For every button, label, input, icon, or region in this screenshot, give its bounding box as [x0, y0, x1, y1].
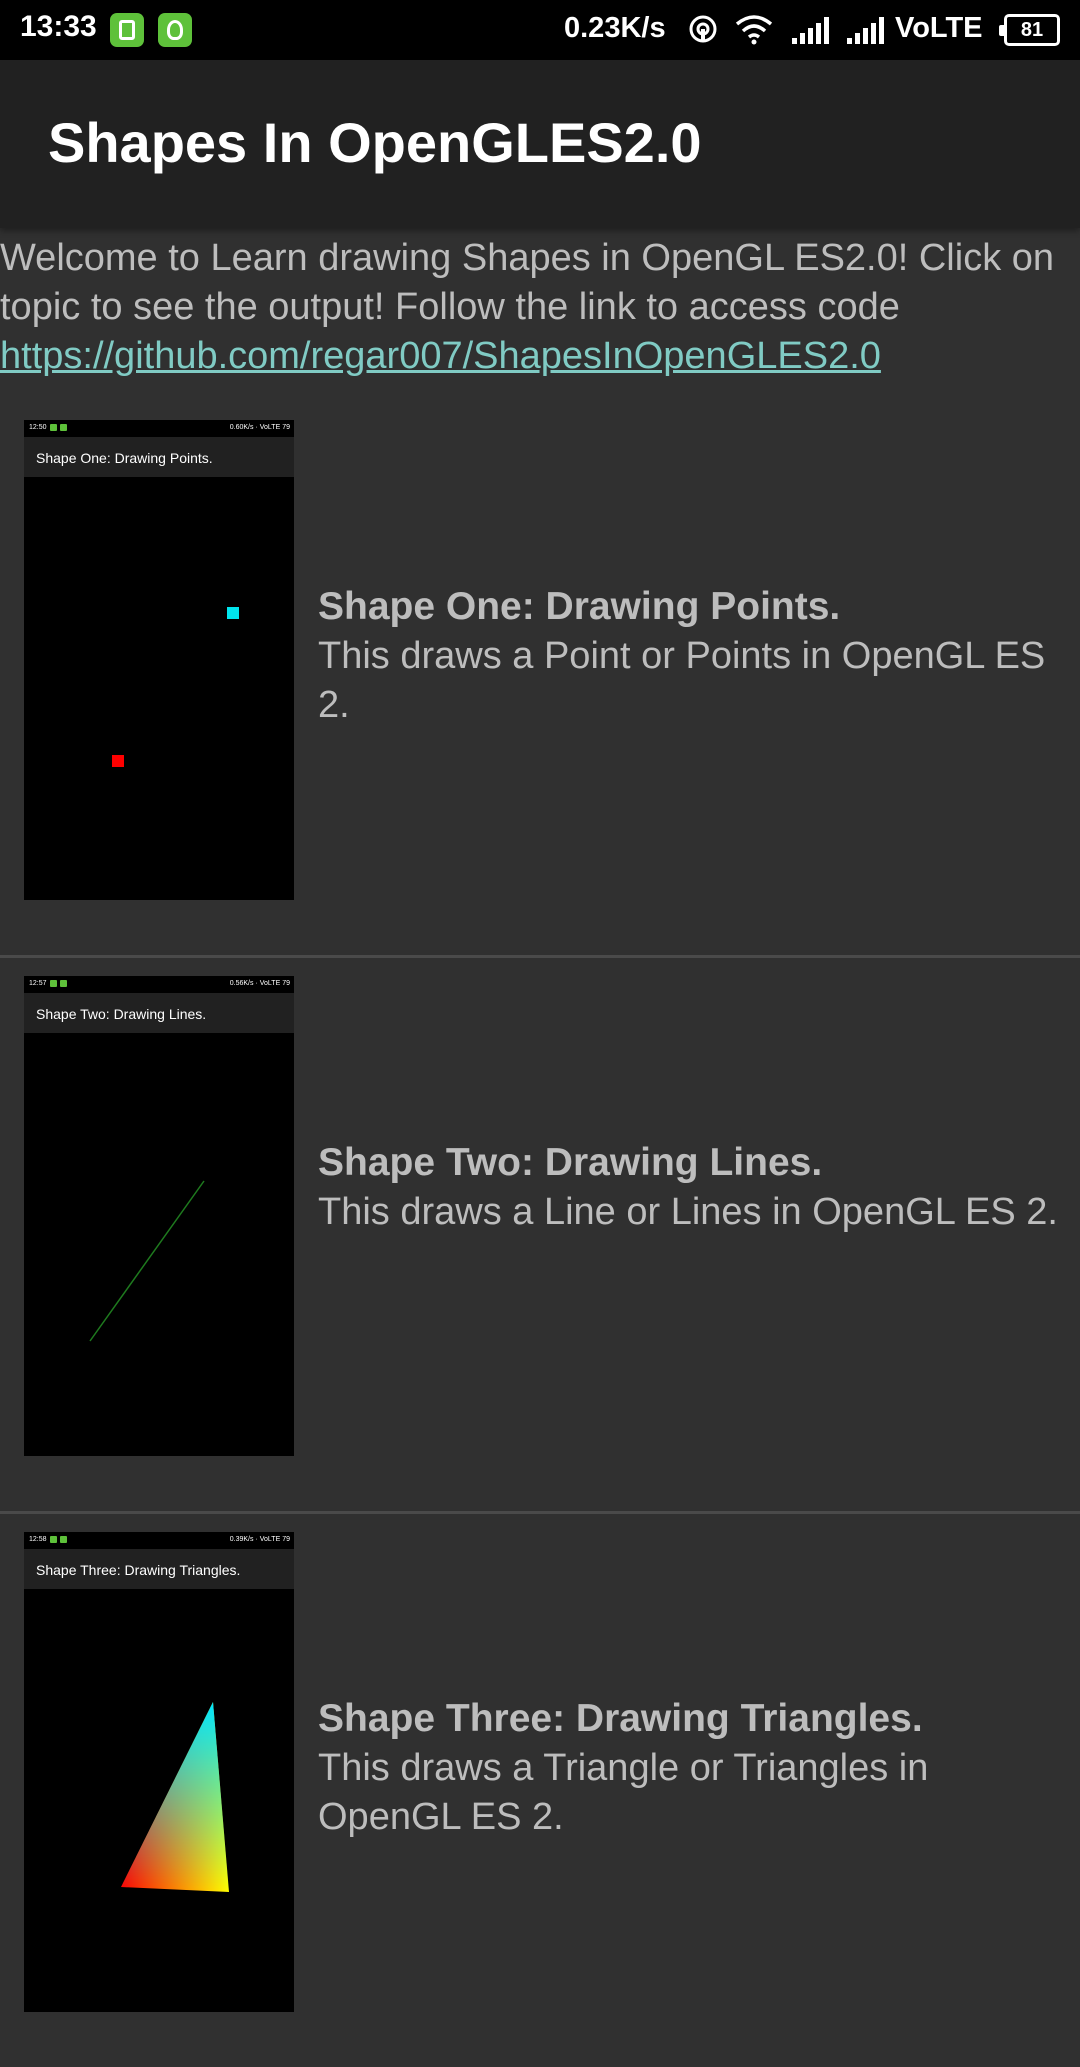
thumbnail-network: VoLTE	[259, 424, 281, 431]
thumbnail-time: 12:58	[29, 1536, 47, 1543]
list-item-shape-one[interactable]: 12:50 0.60K/s · VoLTE 79 Shape One: Draw…	[0, 402, 1080, 958]
item-heading: Shape Three: Drawing Triangles.	[318, 1697, 923, 1740]
app-bar: Shapes In OpenGLES2.0	[0, 60, 1080, 228]
thumbnail-title: Shape Two: Drawing Lines.	[36, 1006, 207, 1022]
app-title: Shapes In OpenGLES2.0	[48, 111, 702, 174]
intro-message: Welcome to Learn drawing Shapes in OpenG…	[0, 237, 1055, 328]
thumbnail-title: Shape Three: Drawing Triangles.	[36, 1562, 241, 1578]
thumbnail-app-bar: Shape Two: Drawing Lines.	[24, 993, 294, 1033]
thumbnail-battery: 79	[282, 1536, 290, 1543]
thumbnail-battery: 79	[282, 424, 290, 431]
thumbnail-status-bar: 12:50 0.60K/s · VoLTE 79	[24, 420, 294, 437]
wifi-icon	[735, 15, 773, 45]
thumbnail-time: 12:50	[29, 424, 47, 431]
thumbnail-speed: 0.56K/s	[229, 980, 254, 987]
volte-label: VoLTE	[895, 12, 983, 44]
signal-icon-sim2	[847, 17, 884, 44]
thumbnail-app-icon	[50, 1536, 57, 1543]
battery-app-icon	[110, 13, 144, 47]
item-heading: Shape One: Drawing Points.	[318, 585, 841, 628]
item-text-shape-two: Shape Two: Drawing Lines. This draws a L…	[318, 1138, 1058, 1237]
thumbnail-app-icon	[60, 980, 67, 987]
thumbnail-status-right: 0.56K/s · VoLTE 79	[229, 980, 290, 987]
thumbnail-battery: 79	[282, 980, 290, 987]
lines-canvas	[89, 1180, 205, 1342]
green-line	[89, 1180, 205, 1342]
thumbnail-title: Shape One: Drawing Points.	[36, 450, 213, 466]
shape-list: 12:50 0.60K/s · VoLTE 79 Shape One: Draw…	[0, 402, 1080, 2067]
signal-icon-sim1	[792, 17, 829, 44]
thumbnail-app-icon	[60, 424, 67, 431]
thumbnail-time: 12:57	[29, 980, 47, 987]
thumbnail-app-bar: Shape Three: Drawing Triangles.	[24, 1549, 294, 1589]
cyan-point	[227, 607, 239, 619]
thumbnail-speed: 0.39K/s	[229, 1536, 254, 1543]
battery-icon: 81	[999, 14, 1060, 46]
thumbnail-status-bar: 12:57 0.56K/s · VoLTE 79	[24, 976, 294, 993]
thumbnail-app-icon	[50, 980, 57, 987]
thumbnail-app-icon	[60, 1536, 67, 1543]
thumbnail-shape-two: 12:57 0.56K/s · VoLTE 79 Shape Two: Draw…	[24, 976, 294, 1456]
thumbnail-shape-three: 12:58 0.39K/s · VoLTE 79 Shape Three: Dr…	[24, 1532, 294, 2012]
triangle-shading	[121, 1702, 229, 1892]
thumbnail-app-icon	[50, 424, 57, 431]
intro-text: Welcome to Learn drawing Shapes in OpenG…	[0, 234, 1080, 381]
list-item-shape-three[interactable]: 12:58 0.39K/s · VoLTE 79 Shape Three: Dr…	[0, 1514, 1080, 2067]
thumbnail-status-right: 0.39K/s · VoLTE 79	[229, 1536, 290, 1543]
item-text-shape-one: Shape One: Drawing Points. This draws a …	[318, 582, 1058, 730]
thumbnail-status-bar: 12:58 0.39K/s · VoLTE 79	[24, 1532, 294, 1549]
red-point	[112, 755, 124, 767]
list-item-shape-two[interactable]: 12:57 0.56K/s · VoLTE 79 Shape Two: Draw…	[0, 958, 1080, 1514]
network-speed: 0.23K/s	[564, 12, 666, 44]
status-time: 13:33	[20, 10, 97, 43]
thumbnail-speed: 0.60K/s	[229, 424, 254, 431]
thumbnail-shape-one: 12:50 0.60K/s · VoLTE 79 Shape One: Draw…	[24, 420, 294, 900]
item-heading: Shape Two: Drawing Lines.	[318, 1141, 823, 1184]
status-bar: 13:33 0.23K/s VoLTE 81	[0, 0, 1080, 60]
item-description: This draws a Triangle or Triangles in Op…	[318, 1747, 929, 1838]
github-link[interactable]: https://github.com/regar007/ShapesInOpen…	[0, 335, 881, 377]
item-text-shape-three: Shape Three: Drawing Triangles. This dra…	[318, 1694, 1058, 1842]
hotspot-icon	[689, 15, 717, 43]
thumbnail-network: VoLTE	[259, 980, 281, 987]
thumbnail-network: VoLTE	[259, 1536, 281, 1543]
thumbnail-app-bar: Shape One: Drawing Points.	[24, 437, 294, 477]
triangle-canvas	[121, 1702, 229, 1892]
thumbnail-status-right: 0.60K/s · VoLTE 79	[229, 424, 290, 431]
item-description: This draws a Line or Lines in OpenGL ES …	[318, 1191, 1058, 1233]
android-app-icon	[158, 13, 192, 47]
item-description: This draws a Point or Points in OpenGL E…	[318, 635, 1046, 726]
points-canvas	[112, 607, 239, 767]
